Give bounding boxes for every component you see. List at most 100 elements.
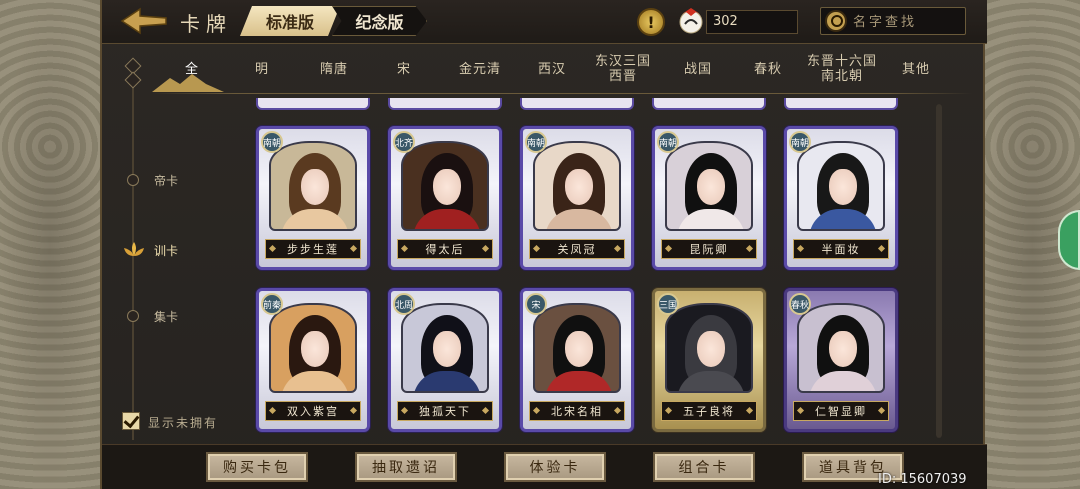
dynasty-badge: 三国 bbox=[657, 293, 679, 315]
card-name-plate: 北宋名相 bbox=[529, 401, 625, 421]
show-unowned-checkbox[interactable] bbox=[122, 412, 140, 430]
side-float-button[interactable] bbox=[1058, 210, 1080, 270]
character-card[interactable]: 南朝半面妆 bbox=[784, 126, 898, 270]
tab-dynasty-suitang[interactable]: 隋唐 bbox=[312, 62, 356, 77]
dynasty-badge: 北周 bbox=[393, 293, 415, 315]
crane-currency-icon bbox=[679, 8, 703, 34]
card-name-plate: 半面妆 bbox=[793, 239, 889, 259]
card-name-plate: 仁智显卿 bbox=[793, 401, 889, 421]
page-title: 卡牌 bbox=[180, 12, 232, 36]
rail-item-dika[interactable]: 帝卡 bbox=[154, 172, 178, 189]
tab-dynasty-chunqiu[interactable]: 春秋 bbox=[748, 62, 788, 77]
card-partial[interactable] bbox=[520, 98, 634, 110]
left-dragon-panel bbox=[0, 0, 100, 489]
card-name-plate: 得太后 bbox=[397, 239, 493, 259]
tab-dynasty-all[interactable]: 全 bbox=[182, 62, 202, 77]
rail-dot-jika[interactable] bbox=[127, 310, 139, 322]
rail-item-xunka[interactable]: 训卡 bbox=[154, 242, 178, 259]
bottom-action-bar: 购买卡包 抽取遗诏 体验卡 组合卡 道具背包 bbox=[102, 444, 987, 489]
search-input[interactable] bbox=[853, 12, 961, 32]
tab-dynasty-dongjin[interactable]: 东晋十六国南北朝 bbox=[806, 54, 878, 84]
card-portrait bbox=[665, 303, 753, 393]
card-portrait bbox=[269, 141, 357, 231]
card-name: 仁智显卿 bbox=[815, 405, 867, 418]
character-card[interactable]: 南朝关凤冠 bbox=[520, 126, 634, 270]
tab-dynasty-xihan[interactable]: 西汉 bbox=[532, 62, 572, 77]
card-portrait bbox=[797, 303, 885, 393]
card-name-plate: 步步生莲 bbox=[265, 239, 361, 259]
card-portrait bbox=[401, 303, 489, 393]
card-partial[interactable] bbox=[652, 98, 766, 110]
tab-dynasty-other[interactable]: 其他 bbox=[896, 62, 936, 77]
card-portrait bbox=[533, 141, 621, 231]
rail-top-marker bbox=[124, 71, 142, 89]
card-partial[interactable] bbox=[388, 98, 502, 110]
search-box[interactable] bbox=[820, 7, 966, 35]
card-name-plate: 关凤冠 bbox=[529, 239, 625, 259]
dynasty-badge: 南朝 bbox=[261, 131, 283, 153]
scroll-thumb[interactable] bbox=[936, 104, 942, 438]
card-portrait bbox=[665, 141, 753, 231]
warning-icon[interactable]: ! bbox=[637, 8, 665, 36]
draw-edict-button[interactable]: 抽取遗诏 bbox=[355, 452, 457, 482]
card-partial[interactable] bbox=[256, 98, 370, 110]
card-portrait bbox=[269, 303, 357, 393]
card-panel: 卡牌 标准版 纪念版 ! 302 全 明 隋唐 宋 金元清 西汉 东汉三国西晋 … bbox=[100, 0, 987, 489]
tab-dynasty-jinyuanqing[interactable]: 金元清 bbox=[452, 62, 508, 77]
tab-dynasty-donghan[interactable]: 东汉三国西晋 bbox=[590, 54, 656, 84]
dynasty-badge: 春秋 bbox=[789, 293, 811, 315]
header: 卡牌 标准版 纪念版 ! 302 bbox=[102, 0, 987, 44]
card-name: 五子良将 bbox=[683, 405, 735, 418]
card-scrollbar[interactable] bbox=[936, 104, 942, 438]
card-portrait bbox=[797, 141, 885, 231]
trial-card-button[interactable]: 体验卡 bbox=[504, 452, 606, 482]
currency-display: 302 bbox=[706, 10, 798, 34]
character-card[interactable]: 三国五子良将 bbox=[652, 288, 766, 432]
show-unowned-label: 显示未拥有 bbox=[148, 416, 219, 430]
character-card[interactable]: 宋北宋名相 bbox=[520, 288, 634, 432]
card-name-plate: 昆阮卿 bbox=[661, 239, 757, 259]
dynasty-badge: 南朝 bbox=[789, 131, 811, 153]
dynasty-badge: 宋 bbox=[525, 293, 547, 315]
card-partial[interactable] bbox=[784, 98, 898, 110]
character-card[interactable]: 北周独孤天下 bbox=[388, 288, 502, 432]
search-icon[interactable] bbox=[825, 10, 847, 32]
dynasty-badge: 南朝 bbox=[525, 131, 547, 153]
tab-standard[interactable]: 标准版 bbox=[240, 6, 340, 36]
back-arrow-icon bbox=[120, 7, 167, 35]
dynasty-badge: 南朝 bbox=[657, 131, 679, 153]
card-portrait bbox=[533, 303, 621, 393]
tab-dynasty-ming[interactable]: 明 bbox=[250, 62, 274, 77]
back-button[interactable] bbox=[120, 6, 168, 36]
card-name-plate: 独孤天下 bbox=[397, 401, 493, 421]
tab-dynasty-song[interactable]: 宋 bbox=[392, 62, 416, 77]
card-name-plate: 双入紫宫 bbox=[265, 401, 361, 421]
card-name-plate: 五子良将 bbox=[661, 401, 757, 421]
card-name: 昆阮卿 bbox=[689, 243, 729, 256]
character-card[interactable]: 南朝步步生莲 bbox=[256, 126, 370, 270]
currency-value: 302 bbox=[713, 14, 738, 29]
card-name: 双入紫宫 bbox=[287, 405, 339, 418]
tab-memorial[interactable]: 纪念版 bbox=[332, 6, 427, 36]
character-card[interactable]: 春秋仁智显卿 bbox=[784, 288, 898, 432]
card-name: 得太后 bbox=[425, 243, 465, 256]
card-name: 独孤天下 bbox=[419, 405, 471, 418]
buy-pack-button[interactable]: 购买卡包 bbox=[206, 452, 308, 482]
rail-item-jika[interactable]: 集卡 bbox=[154, 308, 178, 325]
card-name: 关凤冠 bbox=[557, 243, 597, 256]
dynasty-badge: 北齐 bbox=[393, 131, 415, 153]
character-card[interactable]: 前秦双入紫宫 bbox=[256, 288, 370, 432]
user-id: ID: 15607039 bbox=[878, 472, 967, 487]
combo-card-button[interactable]: 组合卡 bbox=[653, 452, 755, 482]
card-name: 半面妆 bbox=[821, 243, 861, 256]
lotus-icon bbox=[124, 242, 144, 256]
dynasty-badge: 前秦 bbox=[261, 293, 283, 315]
character-card[interactable]: 南朝昆阮卿 bbox=[652, 126, 766, 270]
rail-dot-dika[interactable] bbox=[127, 174, 139, 186]
dynasty-tab-bar: 全 明 隋唐 宋 金元清 西汉 东汉三国西晋 战国 春秋 东晋十六国南北朝 其他 bbox=[152, 46, 972, 96]
card-portrait bbox=[401, 141, 489, 231]
card-name: 步步生莲 bbox=[287, 243, 339, 256]
character-card[interactable]: 北齐得太后 bbox=[388, 126, 502, 270]
card-name: 北宋名相 bbox=[551, 405, 603, 418]
tab-dynasty-zhanguo[interactable]: 战国 bbox=[678, 62, 718, 77]
